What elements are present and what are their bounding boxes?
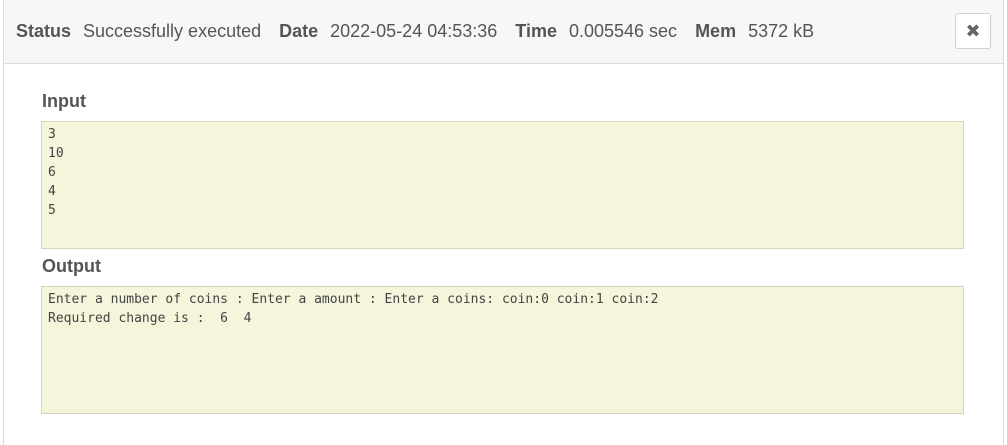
time-value: 0.005546 sec [568, 21, 678, 41]
result-header: Status Successfully executed Date 2022-0… [4, 0, 1003, 64]
time-label: Time [515, 21, 557, 41]
mem-value: 5372 kB [748, 21, 815, 41]
close-icon: ✖ [965, 21, 981, 41]
output-title: Output [42, 256, 101, 276]
date-label: Date [279, 21, 319, 41]
output-box[interactable]: Enter a number of coins : Enter a amount… [41, 286, 964, 414]
input-box[interactable]: 3 10 6 4 5 [41, 121, 964, 249]
date-value: 2022-05-24 04:53:36 [330, 21, 498, 41]
result-modal: Status Successfully executed Date 2022-0… [3, 0, 1004, 445]
close-button[interactable]: ✖ [955, 13, 991, 49]
result-meta: Status Successfully executed Date 2022-0… [16, 21, 832, 42]
status-label: Status [16, 21, 72, 41]
input-title: Input [42, 91, 86, 111]
status-value: Successfully executed [83, 21, 262, 41]
mem-label: Mem [695, 21, 737, 41]
